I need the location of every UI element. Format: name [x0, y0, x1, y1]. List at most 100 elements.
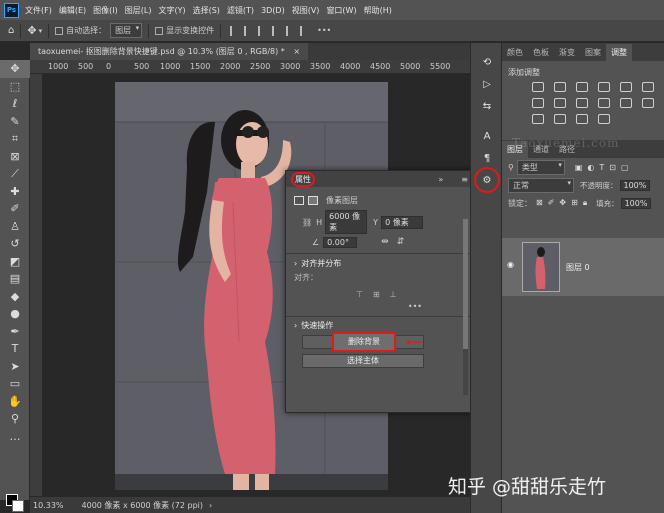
quick-select-icon[interactable]: ✎	[0, 113, 30, 131]
properties-icon[interactable]: ⚙	[474, 167, 500, 193]
hand-icon[interactable]: ✋	[0, 393, 30, 411]
color-lookup-icon[interactable]	[620, 98, 632, 108]
angle-field[interactable]: 0.00°	[323, 236, 358, 248]
menu-edit[interactable]: 编辑(E)	[59, 5, 86, 16]
align-bottom-icon[interactable]	[300, 25, 308, 36]
tab-patterns[interactable]: 图案	[580, 44, 606, 61]
chevron-down-icon[interactable]: ▾	[39, 27, 43, 35]
chevron-down-icon[interactable]: ›	[294, 259, 297, 268]
path-select-icon[interactable]: ➤	[0, 358, 30, 376]
link-icon[interactable]: ⛓	[302, 218, 312, 227]
fill-field[interactable]: 100%	[620, 197, 652, 209]
more-options-icon[interactable]: •••	[317, 26, 331, 35]
menu-help[interactable]: 帮助(H)	[364, 5, 392, 16]
menu-window[interactable]: 窗口(W)	[326, 5, 356, 16]
black-white-icon[interactable]	[554, 98, 566, 108]
character-icon[interactable]: A	[471, 125, 503, 147]
adjust-sliders-icon[interactable]: ⇆	[471, 95, 503, 117]
frame-icon[interactable]: ⊠	[0, 148, 30, 166]
opacity-field[interactable]: 100%	[619, 179, 651, 191]
blend-mode-dropdown[interactable]: 正常	[508, 177, 574, 193]
lasso-icon[interactable]: ℓ	[0, 95, 30, 113]
auto-select-checkbox[interactable]	[55, 26, 64, 35]
tab-gradients[interactable]: 渐变	[554, 44, 580, 61]
layer-thumbnail[interactable]	[522, 242, 560, 292]
clone-stamp-icon[interactable]: ♙	[0, 218, 30, 236]
move-icon[interactable]: ✥	[0, 60, 30, 78]
healing-icon[interactable]: ✚	[0, 183, 30, 201]
flip-vertical-icon[interactable]: ⇵	[397, 237, 405, 247]
curves-icon[interactable]	[576, 82, 588, 92]
show-transform-checkbox[interactable]	[155, 26, 164, 35]
align-right-icon[interactable]	[258, 25, 266, 36]
zoom-level[interactable]: 10.33%	[33, 501, 64, 510]
history-icon[interactable]: ⟲	[471, 51, 503, 73]
layer-row[interactable]: ◉ 图层 0	[502, 238, 664, 296]
actions-icon[interactable]: ▷	[471, 73, 503, 95]
flip-horizontal-icon[interactable]: ⇹	[381, 237, 389, 247]
tab-swatches[interactable]: 色板	[528, 44, 554, 61]
close-tab-icon[interactable]: ×	[293, 47, 300, 56]
chevron-down-icon[interactable]: ›	[294, 321, 297, 330]
chevron-right-icon[interactable]: ›	[209, 501, 212, 510]
invert-icon[interactable]	[532, 114, 544, 124]
quick-actions-header[interactable]: › 快速操作	[286, 317, 474, 333]
marquee-icon[interactable]: ⬚	[0, 78, 30, 96]
align-bottom-edge-icon[interactable]: ⊥	[390, 290, 397, 299]
tab-adjustments[interactable]: 调整	[606, 44, 632, 61]
crop-icon[interactable]: ⌗	[0, 130, 30, 148]
y-field[interactable]: 0 像素	[381, 215, 424, 229]
eraser-icon[interactable]: ◩	[0, 253, 30, 271]
channel-mixer-icon[interactable]	[598, 98, 610, 108]
more-icon[interactable]: …	[0, 428, 30, 446]
height-field[interactable]: 6000 像素	[325, 210, 368, 234]
remove-background-label[interactable]: 删除背景	[332, 332, 396, 352]
filter-kind-dropdown[interactable]: 类型	[516, 159, 565, 175]
select-subject-button[interactable]: 选择主体	[302, 354, 424, 368]
properties-title[interactable]: 属性	[291, 171, 315, 187]
filter-icons[interactable]: ▣◐T⊡▢	[575, 163, 634, 172]
gradient-map-icon[interactable]	[576, 114, 588, 124]
properties-dock-button[interactable]: ⚙	[471, 167, 503, 193]
photo-filter-icon[interactable]	[576, 98, 588, 108]
menu-file[interactable]: 文件(F)	[25, 5, 52, 16]
align-vertical-center-icon[interactable]: ⊞	[373, 290, 380, 299]
blur-icon[interactable]: ◆	[0, 288, 30, 306]
align-top-edge-icon[interactable]: ⊤	[356, 290, 363, 299]
vibrance-icon[interactable]	[620, 82, 632, 92]
gradient-icon[interactable]: ▤	[0, 270, 30, 288]
dodge-icon[interactable]: ●	[0, 305, 30, 323]
brightness-icon[interactable]	[532, 82, 544, 92]
rectangle-icon[interactable]: ▭	[0, 375, 30, 393]
menu-filter[interactable]: 滤镜(T)	[227, 5, 254, 16]
eyedropper-icon[interactable]: ⟋	[0, 165, 30, 183]
align-top-icon[interactable]	[272, 25, 280, 36]
tab-color[interactable]: 颜色	[502, 44, 528, 61]
threshold-icon[interactable]	[554, 114, 566, 124]
menu-view[interactable]: 视图(V)	[292, 5, 320, 16]
menu-select[interactable]: 选择(S)	[193, 5, 220, 16]
brush-icon[interactable]: ✐	[0, 200, 30, 218]
scrollbar[interactable]	[463, 219, 468, 395]
posterize-icon[interactable]	[642, 98, 654, 108]
panel-menu-icon[interactable]: ≡	[461, 175, 468, 184]
move-tool-icon[interactable]: ✥	[27, 24, 36, 37]
history-brush-icon[interactable]: ↺	[0, 235, 30, 253]
home-icon[interactable]: ⌂	[8, 25, 14, 36]
color-balance-icon[interactable]	[532, 98, 544, 108]
selective-color-icon[interactable]	[598, 114, 610, 124]
pen-icon[interactable]: ✒	[0, 323, 30, 341]
document-tab[interactable]: taoxuemei- 抠图删除背景快捷键.psd @ 10.3% (图层 0 ,…	[30, 43, 309, 60]
layer-name[interactable]: 图层 0	[566, 262, 590, 273]
collapse-icon[interactable]: »	[438, 175, 443, 184]
align-left-icon[interactable]	[230, 25, 238, 36]
align-section-header[interactable]: › 对齐并分布	[286, 254, 474, 272]
type-icon[interactable]: T	[0, 340, 30, 358]
align-middle-icon[interactable]	[286, 25, 294, 36]
menu-type[interactable]: 文字(Y)	[158, 5, 185, 16]
menu-3d[interactable]: 3D(D)	[261, 6, 285, 15]
auto-select-dropdown[interactable]: 图层	[110, 23, 143, 38]
background-color-swatch[interactable]	[12, 500, 24, 512]
exposure-icon[interactable]	[598, 82, 610, 92]
lock-icons[interactable]: ⊠✐✥⊞🔒︎	[536, 198, 592, 208]
